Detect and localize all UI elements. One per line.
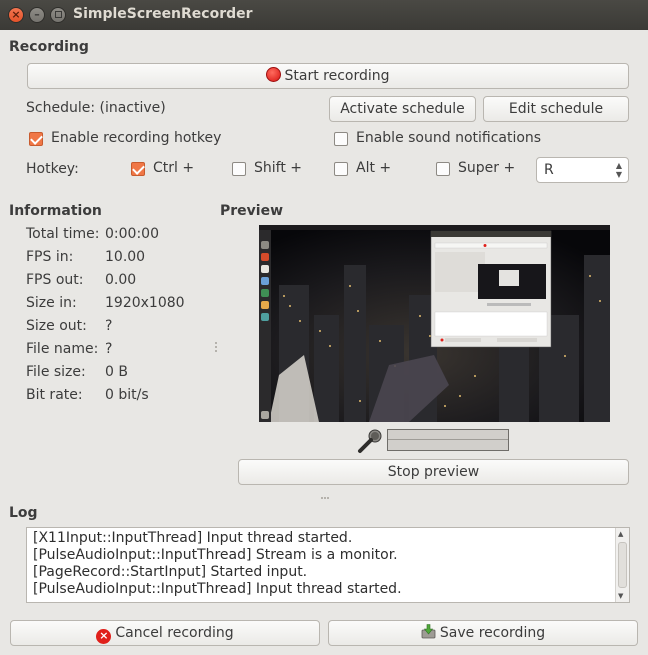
window-minimize-button[interactable]: – (29, 7, 45, 23)
log-line: [PulseAudioInput::InputThread] Input thr… (33, 581, 402, 597)
splitter-handle[interactable] (215, 342, 218, 352)
info-key: Bit rate: (26, 387, 83, 403)
activate-schedule-button[interactable]: Activate schedule (329, 96, 476, 122)
info-key: File name: (26, 341, 99, 357)
sound-notifications-label: Enable sound notifications (356, 130, 542, 146)
info-value: 0.00 (105, 272, 137, 288)
scroll-up-icon[interactable]: ▲ (618, 530, 623, 538)
maximize-icon (54, 11, 62, 18)
microphone-icon (357, 428, 383, 454)
scroll-down-icon[interactable]: ▼ (618, 592, 623, 600)
shift-modifier-checkbox[interactable] (232, 162, 246, 176)
recording-section-title: Recording (9, 39, 89, 55)
preview-section-title: Preview (220, 203, 284, 219)
audio-level-meter (387, 429, 509, 451)
info-value: ? (105, 318, 113, 334)
window-title: SimpleScreenRecorder (73, 6, 253, 22)
save-recording-label: Save recording (439, 625, 546, 641)
stop-preview-button[interactable]: Stop preview (238, 459, 629, 485)
info-key: Total time: (26, 226, 100, 242)
log-textbox[interactable]: [X11Input::InputThread] Input thread sta… (26, 527, 630, 603)
title-bar: × – SimpleScreenRecorder (0, 0, 648, 30)
schedule-status: Schedule: (inactive) (26, 100, 166, 116)
cancel-icon: × (96, 629, 112, 644)
enable-hotkey-checkbox[interactable] (29, 132, 43, 146)
info-key: FPS out: (26, 272, 84, 288)
log-scrollbar[interactable]: ▲ ▼ (615, 528, 629, 602)
start-recording-button[interactable]: Start recording (27, 63, 629, 89)
info-value: 0 B (105, 364, 128, 380)
sound-notifications-checkbox[interactable] (334, 132, 348, 146)
spin-arrows-icon: ▲ ▼ (615, 161, 622, 179)
cancel-recording-label: Cancel recording (115, 625, 234, 641)
info-value: 10.00 (105, 249, 146, 265)
save-icon (421, 623, 436, 639)
alt-modifier-label: Alt + (356, 160, 392, 176)
log-line: [PageRecord::StartInput] Started input. (33, 564, 308, 580)
enable-hotkey-label: Enable recording hotkey (51, 130, 222, 146)
alt-modifier-checkbox[interactable] (334, 162, 348, 176)
hotkey-key-value: R (544, 162, 554, 178)
save-recording-button[interactable]: Save recording (328, 620, 638, 646)
info-value: 0:00:00 (105, 226, 159, 242)
ctrl-modifier-label: Ctrl + (153, 160, 195, 176)
cancel-recording-button[interactable]: × Cancel recording (10, 620, 320, 646)
ctrl-modifier-checkbox[interactable] (131, 162, 145, 176)
city-night-screenshot (259, 225, 610, 422)
start-recording-label: Start recording (284, 68, 390, 84)
info-key: Size out: (26, 318, 87, 334)
hotkey-label: Hotkey: (26, 161, 79, 177)
info-key: Size in: (26, 295, 77, 311)
preview-image (259, 225, 610, 422)
record-icon (266, 67, 282, 82)
close-icon: × (11, 8, 21, 21)
super-modifier-checkbox[interactable] (436, 162, 450, 176)
minimize-icon: – (34, 8, 40, 21)
hotkey-key-select[interactable]: R ▲ ▼ (536, 157, 629, 183)
vertical-splitter-handle[interactable] (321, 497, 329, 500)
info-value: 0 bit/s (105, 387, 149, 403)
information-section-title: Information (9, 203, 102, 219)
info-key: FPS in: (26, 249, 74, 265)
info-key: File size: (26, 364, 86, 380)
super-modifier-label: Super + (458, 160, 516, 176)
log-section-title: Log (9, 505, 38, 521)
window-close-button[interactable]: × (8, 7, 24, 23)
shift-modifier-label: Shift + (254, 160, 303, 176)
log-line: [X11Input::InputThread] Input thread sta… (33, 530, 353, 546)
edit-schedule-button[interactable]: Edit schedule (483, 96, 629, 122)
info-value: ? (105, 341, 113, 357)
log-scrollbar-thumb[interactable] (618, 542, 627, 588)
log-line: [PulseAudioInput::InputThread] Stream is… (33, 547, 398, 563)
window-maximize-button[interactable] (50, 7, 66, 23)
info-value: 1920x1080 (105, 295, 185, 311)
